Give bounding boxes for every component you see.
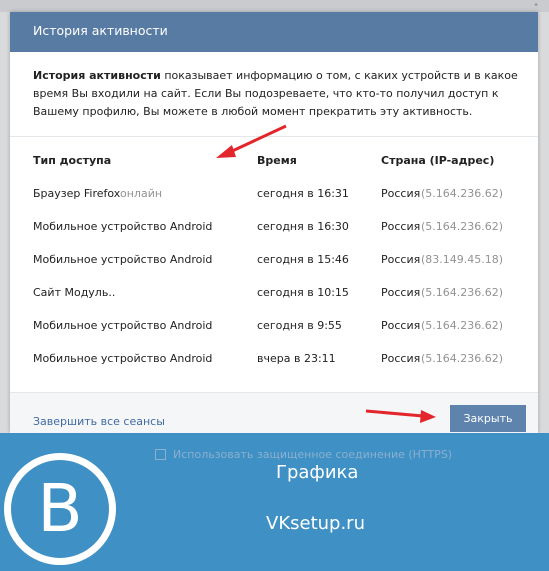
- arrow-to-column-header-icon: [216, 124, 287, 158]
- annotation-arrows: [216, 124, 436, 423]
- arrow-to-close-button-icon: [365, 409, 436, 423]
